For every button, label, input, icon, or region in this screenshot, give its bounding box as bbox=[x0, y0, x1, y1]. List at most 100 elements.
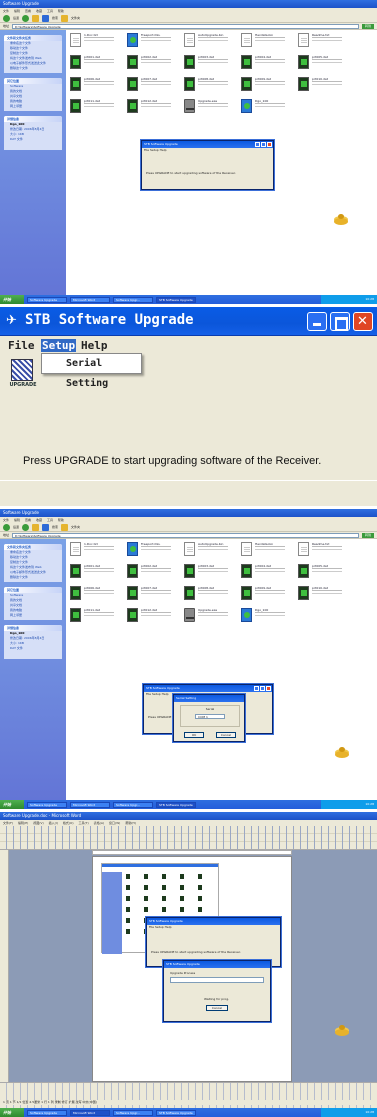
taskbar-item[interactable]: STB Software Upgrade bbox=[156, 296, 196, 303]
go-button[interactable]: 转到 bbox=[362, 532, 374, 538]
start-button[interactable]: 开始 bbox=[0, 800, 24, 809]
menu-item[interactable]: 工具 bbox=[47, 9, 53, 13]
file-item[interactable]: prt012.dat bbox=[127, 98, 177, 116]
file-item[interactable]: prt005.dat bbox=[298, 563, 348, 581]
menu-item[interactable]: 编辑(E) bbox=[18, 821, 28, 825]
forward-icon[interactable] bbox=[22, 14, 30, 22]
file-item[interactable]: prt011.dat bbox=[70, 607, 120, 625]
zoom-title-bar[interactable]: ✈ STB Software Upgrade bbox=[0, 307, 377, 336]
file-item[interactable]: Hexdata.bin bbox=[241, 32, 291, 50]
cancel-button[interactable]: Cancel bbox=[216, 732, 236, 738]
file-item[interactable]: prt010.dat bbox=[298, 585, 348, 603]
taskbar-item[interactable]: Software Upgr... bbox=[113, 801, 153, 808]
dialog-title[interactable]: STB Software Upgrade bbox=[144, 685, 272, 692]
back-icon[interactable] bbox=[3, 14, 10, 22]
file-item[interactable]: prt004.dat bbox=[241, 563, 291, 581]
taskbar-item[interactable]: Microsoft Word bbox=[70, 1109, 110, 1116]
upgrade-progress-dialog[interactable]: STB Software Upgrade Upgrade Process Wai… bbox=[163, 960, 271, 1022]
file-item[interactable]: prt002.dat bbox=[127, 563, 177, 581]
up-folder-icon[interactable] bbox=[32, 523, 40, 531]
menu-item[interactable]: 文件 bbox=[3, 9, 9, 13]
menu-item[interactable]: 窗口(W) bbox=[109, 821, 120, 825]
stb-upgrade-dialog-mini[interactable]: STB Software Upgrade File Setup Help Pre… bbox=[141, 140, 274, 190]
maximize-icon[interactable] bbox=[261, 142, 266, 147]
ok-button[interactable]: OK bbox=[184, 732, 204, 738]
serial-setting-dialog[interactable]: Serial Setting Serial COM 1 OK Cancel bbox=[173, 694, 245, 742]
close-icon[interactable] bbox=[266, 686, 271, 691]
file-item[interactable]: prt002.dat bbox=[127, 54, 177, 72]
file-item[interactable]: Hexdata.bin bbox=[241, 541, 291, 559]
upgrade-title[interactable]: STB Software Upgrade bbox=[164, 961, 270, 968]
file-item[interactable]: Readme.txt bbox=[298, 32, 348, 50]
menu-item[interactable]: 工具(T) bbox=[79, 821, 89, 825]
file-item[interactable]: prt012.dat bbox=[127, 607, 177, 625]
menu-help[interactable]: Help bbox=[81, 339, 108, 352]
file-item[interactable]: prt009.dat bbox=[241, 76, 291, 94]
file-item[interactable]: prt008.dat bbox=[184, 585, 234, 603]
menu-file[interactable]: File bbox=[8, 339, 35, 352]
upgrade-cancel-button[interactable]: Cancel bbox=[206, 1005, 228, 1011]
taskbar-item[interactable]: Software Upgr... bbox=[113, 1109, 153, 1116]
file-item[interactable]: prt007.dat bbox=[127, 585, 177, 603]
file-item[interactable]: prt009.dat bbox=[241, 585, 291, 603]
menu-item[interactable]: 文件 bbox=[3, 518, 9, 522]
file-item[interactable]: prt004.dat bbox=[241, 54, 291, 72]
file-item[interactable]: prt006.dat bbox=[70, 76, 120, 94]
file-item[interactable]: Dgo_100 bbox=[241, 98, 291, 116]
file-item[interactable]: AutoUpgrade.bin bbox=[184, 541, 234, 559]
dialog-title[interactable]: STB Software Upgrade bbox=[147, 918, 280, 925]
document-page[interactable]: STB Software Upgrade File Setup Help Pre… bbox=[92, 856, 292, 1082]
file-item[interactable]: prt006.dat bbox=[70, 585, 120, 603]
file-item[interactable]: AutoUpgrade.bin bbox=[184, 32, 234, 50]
dialog-menu[interactable]: File Setup Help bbox=[147, 925, 280, 930]
taskbar-item[interactable]: Software Upgrade bbox=[27, 1109, 67, 1116]
go-button[interactable]: 转到 bbox=[362, 23, 374, 29]
serial-setting-item[interactable]: Serial Setting bbox=[66, 358, 108, 389]
folders-icon[interactable] bbox=[61, 523, 69, 531]
file-item[interactable]: prt003.dat bbox=[184, 54, 234, 72]
file-item[interactable]: prt003.dat bbox=[184, 563, 234, 581]
close-icon[interactable] bbox=[267, 142, 272, 147]
start-button[interactable]: 开始 bbox=[0, 295, 24, 304]
file-item[interactable]: prt007.dat bbox=[127, 76, 177, 94]
search-icon[interactable] bbox=[42, 14, 50, 22]
place-link[interactable]: 网上邻居 bbox=[4, 613, 62, 618]
menu-item[interactable]: 表格(A) bbox=[94, 821, 104, 825]
start-button[interactable]: 开始 bbox=[0, 1108, 24, 1117]
menu-item[interactable]: 格式(O) bbox=[63, 821, 74, 825]
word-toolbars[interactable] bbox=[0, 826, 377, 850]
taskbar-item[interactable]: Software Upgrade bbox=[27, 801, 67, 808]
menu-item[interactable]: 查看 bbox=[25, 9, 31, 13]
taskbar-item[interactable]: Microsoft Word bbox=[70, 801, 110, 808]
menu-item[interactable]: 工具 bbox=[47, 518, 53, 522]
menu-item[interactable]: 编辑 bbox=[14, 518, 20, 522]
menu-item[interactable]: 收藏 bbox=[36, 9, 42, 13]
file-item[interactable]: prt010.dat bbox=[298, 76, 348, 94]
address-input[interactable]: D:\Software\Software Upgrade bbox=[12, 23, 359, 29]
maximize-button[interactable] bbox=[330, 312, 350, 331]
file-item[interactable]: prt005.dat bbox=[298, 54, 348, 72]
minimize-icon[interactable] bbox=[254, 686, 259, 691]
file-item[interactable]: prt001.dat bbox=[70, 54, 120, 72]
file-item[interactable]: Freeport.DLL bbox=[127, 541, 177, 559]
taskbar-item[interactable]: Software Upgr... bbox=[113, 296, 153, 303]
address-input[interactable]: D:\Software\Software Upgrade bbox=[12, 532, 359, 538]
menu-item[interactable]: 帮助 bbox=[58, 518, 64, 522]
serial-title[interactable]: Serial Setting bbox=[174, 695, 244, 702]
folders-icon[interactable] bbox=[61, 14, 69, 22]
menu-item[interactable]: 收藏 bbox=[36, 518, 42, 522]
maximize-icon[interactable] bbox=[260, 686, 265, 691]
menu-item[interactable]: 视图(V) bbox=[33, 821, 43, 825]
file-item[interactable]: 1.Doc.txt bbox=[70, 32, 120, 50]
taskbar-item[interactable]: STB Software Upgrade bbox=[156, 801, 196, 808]
upgrade-button[interactable]: UPGRADE bbox=[8, 359, 38, 399]
minimize-button[interactable] bbox=[307, 312, 327, 331]
search-icon[interactable] bbox=[42, 523, 50, 531]
menu-item[interactable]: 帮助 bbox=[58, 9, 64, 13]
menu-item[interactable]: 文件(F) bbox=[3, 821, 13, 825]
dialog-title[interactable]: STB Software Upgrade bbox=[142, 141, 273, 148]
taskbar-item[interactable]: STB Software Upgrade bbox=[156, 1109, 196, 1116]
com-port-select[interactable]: COM 1 bbox=[195, 714, 225, 719]
close-button[interactable] bbox=[353, 312, 373, 331]
taskbar-item[interactable]: Software Upgrade bbox=[27, 296, 67, 303]
